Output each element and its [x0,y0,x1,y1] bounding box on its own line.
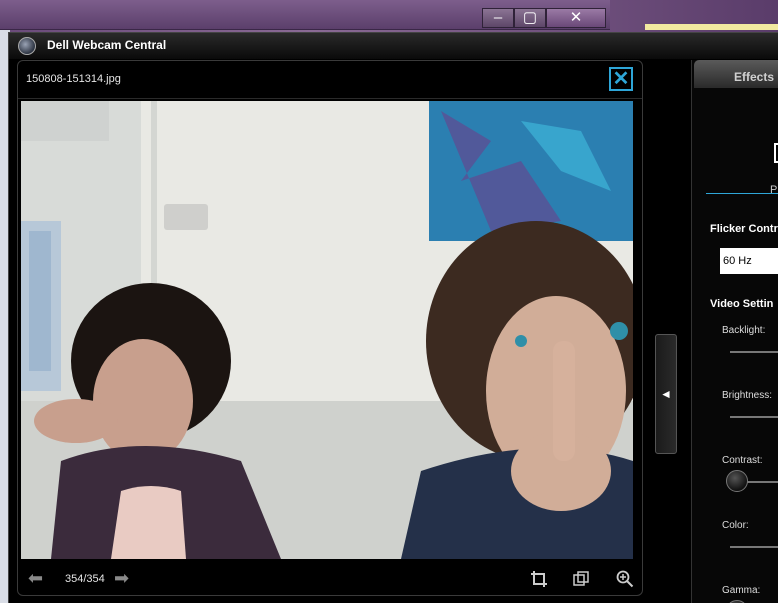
app-titlebar: Dell Webcam Central [9,33,778,59]
close-icon[interactable]: ✕ [609,67,633,91]
flicker-select[interactable]: 60 Hz [720,248,778,274]
brightness-label: Brightness: [722,390,773,401]
minimize-button[interactable]: – [482,8,514,28]
effects-panel: Effects Pi Flicker Contr 60 Hz Video Set… [691,60,778,603]
arrow-right-icon[interactable]: ➡ [114,569,136,587]
collapse-panel-tab[interactable]: ◄ [655,334,677,454]
maximize-button[interactable]: ▢ [514,8,546,28]
picture-icon[interactable] [774,143,778,163]
restore-icon[interactable] [572,570,590,588]
contrast-label: Contrast: [722,455,763,466]
viewer-footer: ⬅ 354/354 ➡ [18,561,642,597]
file-name: 150808-151314.jpg [26,73,121,85]
image-counter: 354/354 [65,573,105,585]
app-title: Dell Webcam Central [47,38,167,52]
app-window: Dell Webcam Central 150808-151314.jpg ✕ [8,32,778,603]
crop-icon[interactable] [530,570,548,588]
image-viewer: 150808-151314.jpg ✕ ⬅ 354/354 ➡ [17,60,643,596]
color-label: Color: [722,520,749,531]
video-settings-heading: Video Settin [710,298,774,310]
backlight-slider[interactable] [730,351,778,353]
color-slider[interactable] [730,546,778,548]
effects-subtab-underline [706,193,778,194]
desktop-yellow-strip [645,24,778,30]
webcam-logo-icon [18,37,36,55]
effects-subtab-label[interactable]: Pi [770,184,778,196]
backlight-label: Backlight: [722,325,766,336]
viewer-header: 150808-151314.jpg ✕ [18,61,642,99]
tab-effects[interactable]: Effects [694,60,778,88]
background-window-titlebar: – ▢ ✕ [0,0,610,30]
photo-preview [21,101,633,559]
contrast-slider-knob[interactable] [726,470,748,492]
brightness-slider[interactable] [730,416,778,418]
window-close-button[interactable]: ✕ [546,8,606,28]
arrow-left-icon[interactable]: ⬅ [28,569,50,587]
flicker-control-heading: Flicker Contr [710,223,778,235]
gamma-label: Gamma: [722,585,761,596]
zoom-in-icon[interactable] [616,570,634,588]
